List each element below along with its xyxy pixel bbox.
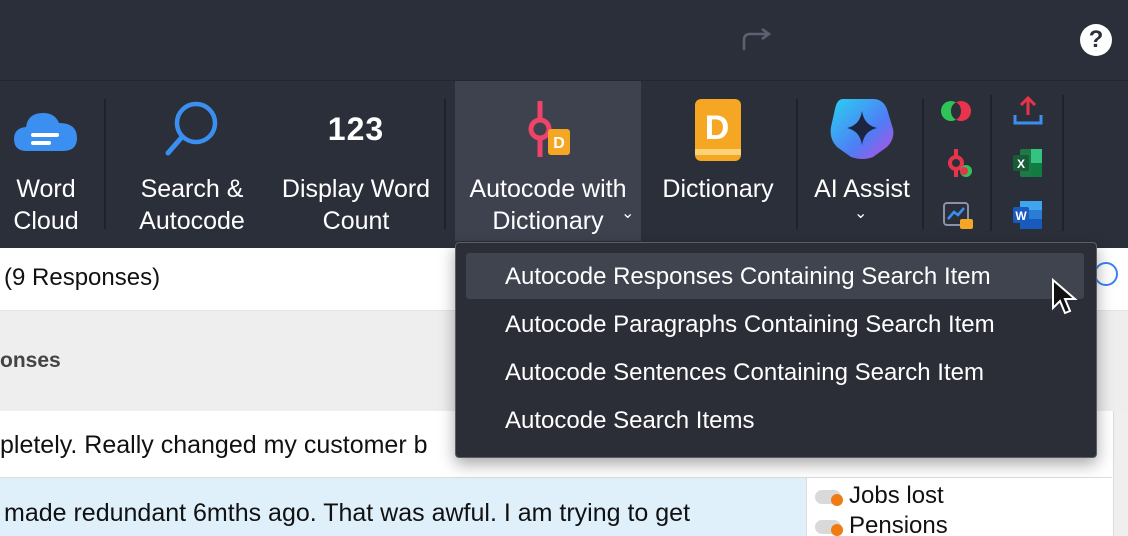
- response-text: made redundant 6mths ago. That was awful…: [4, 499, 691, 527]
- code-tag[interactable]: Jobs lost: [815, 482, 944, 510]
- redo-icon[interactable]: [740, 28, 774, 54]
- search-autocode-label: Search & Autocode: [139, 175, 245, 235]
- ribbon-separator: [990, 95, 992, 231]
- menu-item-autocode-paragraphs[interactable]: Autocode Paragraphs Containing Search It…: [466, 301, 1084, 347]
- ai-assist-label: AI Assist: [814, 175, 910, 203]
- responses-count-title: (9 Responses): [4, 264, 161, 291]
- menu-item-autocode-responses[interactable]: Autocode Responses Containing Search Ite…: [466, 253, 1084, 299]
- svg-text:W: W: [1015, 209, 1027, 223]
- word-count-icon: 123: [327, 111, 385, 147]
- dictionary-button[interactable]: D Dictionary: [652, 81, 784, 241]
- autocode-dropdown-menu: Autocode Responses Containing Search Ite…: [455, 242, 1097, 458]
- menu-item-autocode-sentences[interactable]: Autocode Sentences Containing Search Ite…: [466, 349, 1084, 395]
- ai-assist-button[interactable]: AI Assist ⌄: [804, 81, 920, 241]
- autocode-with-dictionary-button[interactable]: D Autocode with Dictionary ⌄: [455, 81, 641, 241]
- dictionary-label: Dictionary: [662, 175, 774, 203]
- display-word-count-label: Display Word Count: [281, 175, 431, 235]
- response-text: pletely. Really changed my customer b: [0, 431, 428, 459]
- ribbon-toolbar: Word Cloud Search & Autocode 123 Display…: [0, 80, 1128, 249]
- word-icon[interactable]: W: [1012, 199, 1044, 231]
- code-tag-icon: [815, 488, 845, 506]
- search-icon: [165, 101, 218, 156]
- export-upload-icon[interactable]: [1012, 95, 1044, 127]
- menu-item-label: Autocode Responses Containing Search Ite…: [505, 263, 991, 290]
- autocode-with-dictionary-label: Autocode with Dictionary: [469, 175, 627, 235]
- ribbon-separator: [922, 99, 924, 229]
- excel-icon[interactable]: X: [1012, 147, 1044, 179]
- menu-item-label: Autocode Search Items: [505, 407, 755, 434]
- help-icon[interactable]: ?: [1080, 24, 1112, 56]
- table-row-selected[interactable]: made redundant 6mths ago. That was awful…: [0, 478, 806, 536]
- ai-assist-icon: [830, 99, 894, 159]
- menu-item-autocode-search-items[interactable]: Autocode Search Items: [466, 397, 1084, 443]
- code-tag[interactable]: Pensions: [815, 512, 948, 536]
- svg-text:D: D: [705, 109, 730, 147]
- chevron-down-icon[interactable]: ⌄: [854, 203, 867, 223]
- chevron-down-icon[interactable]: ⌄: [621, 203, 634, 223]
- ribbon-separator: [444, 99, 446, 229]
- ribbon-separator: [104, 99, 106, 229]
- column-header-label: onses: [0, 349, 61, 372]
- cloud-icon: [14, 113, 77, 151]
- ribbon-separator: [796, 99, 798, 229]
- vertical-scrollbar[interactable]: [1113, 411, 1128, 536]
- ribbon-separator: [1062, 95, 1064, 231]
- word-cloud-button[interactable]: Word Cloud: [0, 81, 92, 241]
- code-link-icon[interactable]: [942, 147, 974, 179]
- codes-cell: Jobs lost Pensions: [806, 478, 1113, 536]
- code-tag-icon: [815, 518, 845, 536]
- code-label: Jobs lost: [849, 482, 944, 509]
- code-label: Pensions: [849, 512, 948, 536]
- autocode-dictionary-icon: D: [528, 101, 570, 157]
- svg-text:D: D: [553, 135, 565, 152]
- display-word-count-button[interactable]: 123 Display Word Count: [272, 81, 440, 241]
- title-bar: ?: [0, 0, 1128, 80]
- search-autocode-button[interactable]: Search & Autocode: [120, 81, 264, 241]
- word-cloud-label: Word Cloud: [13, 175, 79, 235]
- svg-text:X: X: [1017, 157, 1025, 171]
- menu-item-label: Autocode Sentences Containing Search Ite…: [505, 359, 984, 386]
- circle-icon[interactable]: [1094, 262, 1118, 286]
- dictionary-book-icon: D: [695, 99, 741, 161]
- compare-codes-icon[interactable]: [940, 95, 972, 127]
- mouse-cursor-icon: [1052, 278, 1078, 315]
- menu-item-label: Autocode Paragraphs Containing Search It…: [505, 311, 995, 338]
- chart-folder-icon[interactable]: [942, 199, 974, 231]
